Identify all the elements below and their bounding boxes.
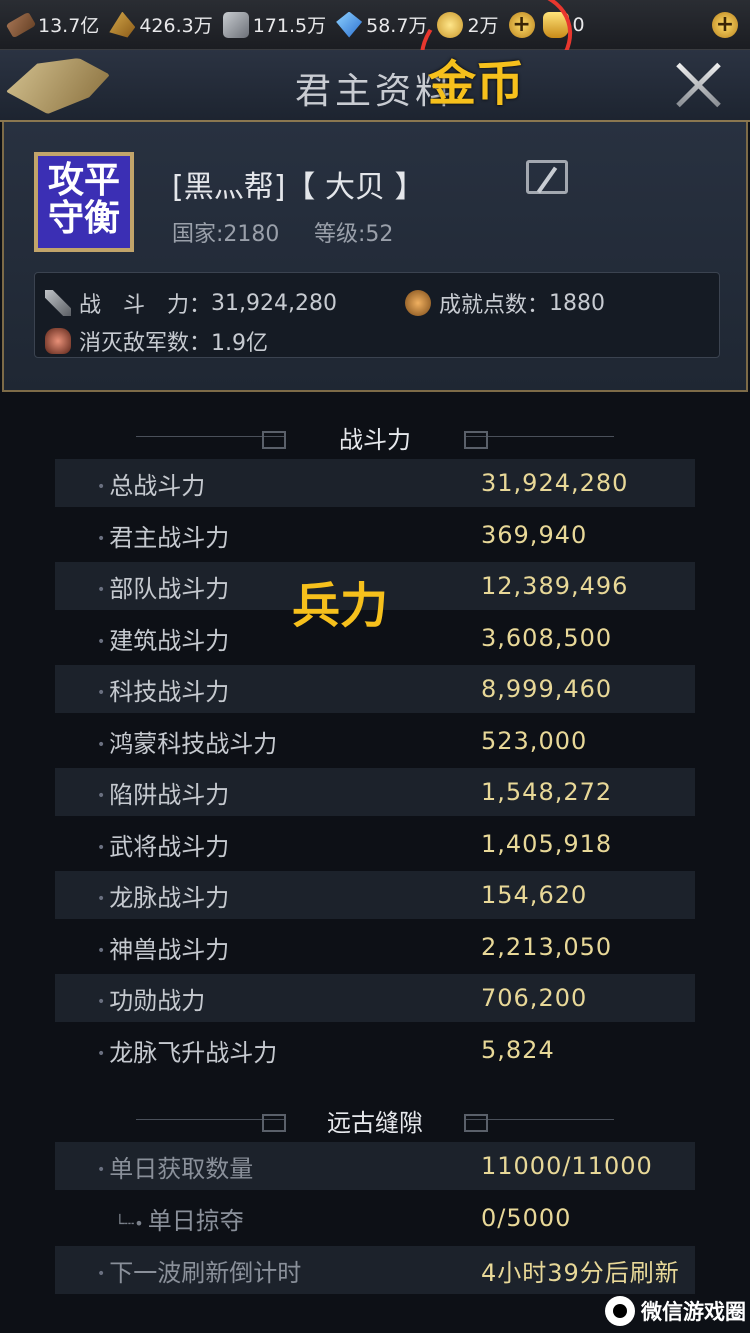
row-label: 建筑战斗力 [97, 621, 229, 656]
row-value: 31,924,280 [481, 469, 629, 497]
sword-icon [45, 290, 71, 316]
table-row: 下一波刷新倒计时 4小时39分后刷新 [55, 1246, 695, 1294]
section-title-power: 战斗力 [339, 426, 411, 454]
resource-bar: 13.7亿 426.3万 171.5万 58.7万 2万 + 0 + [0, 0, 750, 50]
row-value: 2,213,050 [481, 933, 613, 961]
row-label: 单日获取数量 [97, 1149, 253, 1184]
table-row: 君主战斗力 369,940 [55, 511, 695, 559]
section-title-rift: 远古缝隙 [327, 1109, 423, 1137]
close-button[interactable] [670, 56, 726, 112]
row-label: 功勋战力 [97, 981, 205, 1016]
row-label: 鸿蒙科技战斗力 [97, 724, 277, 759]
medal-icon [405, 290, 431, 316]
table-row: 科技战斗力 8,999,460 [55, 665, 695, 713]
row-value: 8,999,460 [481, 675, 613, 703]
watermark: 微信游戏圈 [605, 1293, 746, 1329]
row-label: 部队战斗力 [97, 569, 229, 604]
table-row: 武将战斗力 1,405,918 [55, 820, 695, 868]
row-value: 154,620 [481, 881, 588, 909]
row-value: 1,548,272 [481, 778, 613, 806]
row-value: 706,200 [481, 984, 588, 1012]
stat-label: 成就点数： [439, 293, 550, 318]
row-label: 科技战斗力 [97, 672, 229, 707]
table-row: 神兽战斗力 2,213,050 [55, 923, 695, 971]
summary-stats: 战 斗 力： 31,924,280 成就点数： 1880 消灭敌军数： 1.9亿 [34, 272, 720, 358]
wood-icon [5, 11, 37, 38]
resource-value: 0 [572, 13, 585, 36]
row-value: 11000/11000 [481, 1152, 653, 1180]
table-row: 龙脉飞升战斗力 5,824 [55, 1026, 695, 1074]
food-icon [109, 11, 136, 38]
stat-label: 战 斗 力： [79, 293, 212, 318]
country-text: 国家:2180 [172, 222, 280, 247]
table-row: 单日掠夺 0/5000 [55, 1194, 695, 1242]
add-ingot-button[interactable]: + [712, 11, 738, 38]
combat-power-stat: 战 斗 力： 31,924,280 [45, 287, 337, 319]
kills-stat: 消灭敌军数： 1.9亿 [45, 325, 268, 357]
table-row: 鸿蒙科技战斗力 523,000 [55, 717, 695, 765]
stat-value: 1880 [549, 290, 606, 316]
resource-stone: 171.5万 [222, 11, 327, 38]
row-value: 5,824 [481, 1036, 555, 1064]
row-value: 369,940 [481, 521, 588, 549]
profile-panel: 攻平守衡 [黑灬帮]【 大贝 】 国家:2180 等级:52 战 斗 力： 31… [2, 122, 748, 392]
row-value: 523,000 [481, 727, 588, 755]
stat-value: 31,924,280 [211, 290, 337, 316]
stat-label: 消灭敌军数： [79, 331, 212, 356]
row-label: 陷阱战斗力 [97, 775, 229, 810]
resource-wood: 13.7亿 [5, 11, 100, 38]
annotation-gold-label: 金币 [428, 56, 525, 112]
row-label: 龙脉飞升战斗力 [97, 1033, 277, 1068]
stone-icon [222, 11, 249, 38]
table-row: 功勋战力 706,200 [55, 974, 695, 1022]
resource-value: 58.7万 [366, 15, 428, 37]
achievement-stat: 成就点数： 1880 [405, 287, 605, 319]
row-label: 君主战斗力 [97, 518, 229, 553]
player-name: [黑灬帮]【 大贝 】 [172, 170, 425, 205]
row-value: 4小时39分后刷新 [481, 1258, 680, 1287]
resource-value: 13.7亿 [38, 15, 100, 37]
table-row: 陷阱战斗力 1,548,272 [55, 768, 695, 816]
resource-value: 171.5万 [252, 15, 327, 37]
row-label: 下一波刷新倒计时 [97, 1253, 301, 1288]
table-row: 单日获取数量 11000/11000 [55, 1142, 695, 1190]
level-text: 等级:52 [314, 222, 394, 247]
gem-icon [336, 11, 363, 38]
watermark-text: 微信游戏圈 [641, 1300, 746, 1324]
table-row: 龙脉战斗力 154,620 [55, 871, 695, 919]
stat-value: 1.9亿 [211, 331, 269, 356]
row-value: 1,405,918 [481, 830, 613, 858]
avatar[interactable]: 攻平守衡 [34, 152, 134, 252]
resource-gem: 58.7万 [336, 11, 427, 38]
row-value: 3,608,500 [481, 624, 613, 652]
row-label: 龙脉战斗力 [97, 878, 229, 913]
skull-icon [45, 328, 71, 354]
page-title: 君主资料 [294, 71, 455, 112]
row-label: 单日掠夺 [115, 1201, 244, 1236]
annotation-troops-label: 兵力 [292, 578, 389, 634]
row-label: 总战斗力 [97, 466, 205, 501]
resource-value: 426.3万 [139, 15, 213, 37]
wechat-game-icon [605, 1296, 635, 1326]
table-row: 总战斗力 31,924,280 [55, 459, 695, 507]
edit-name-button[interactable] [526, 160, 568, 194]
window-header: 君主资料 [0, 50, 750, 122]
row-label: 神兽战斗力 [97, 930, 229, 965]
row-value: 0/5000 [481, 1204, 572, 1232]
resource-food: 426.3万 [109, 11, 213, 38]
row-label: 武将战斗力 [97, 827, 229, 862]
row-value: 12,389,496 [481, 572, 629, 600]
